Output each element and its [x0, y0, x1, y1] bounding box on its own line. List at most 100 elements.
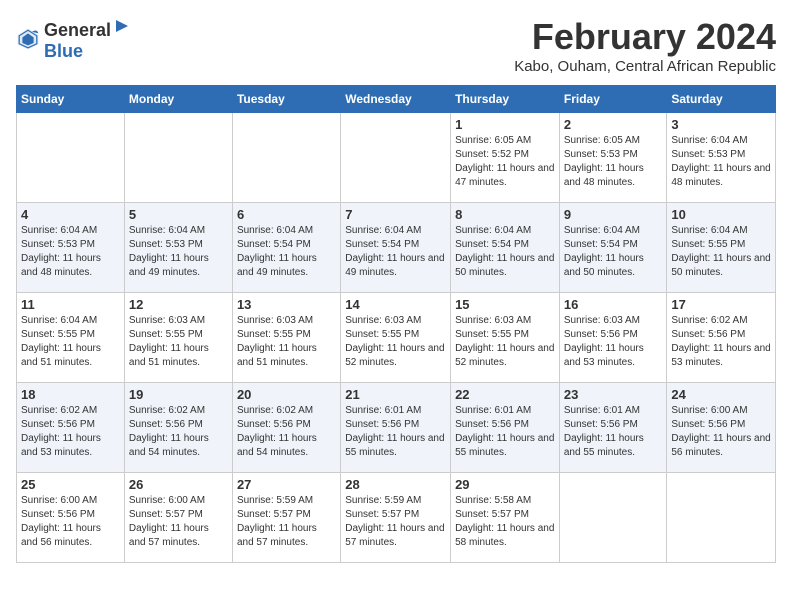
day-number: 21 — [345, 387, 446, 402]
day-info: Sunrise: 6:04 AM Sunset: 5:53 PM Dayligh… — [21, 224, 120, 280]
logo-general: General — [44, 20, 111, 41]
day-number: 25 — [21, 477, 120, 492]
calendar-cell: 6 Sunrise: 6:04 AM Sunset: 5:54 PM Daylig… — [232, 203, 340, 293]
calendar-week-1: 1 Sunrise: 6:05 AM Sunset: 5:52 PM Daylig… — [17, 113, 776, 203]
day-number: 4 — [21, 207, 120, 222]
day-info: Sunrise: 6:02 AM Sunset: 5:56 PM Dayligh… — [237, 404, 336, 460]
calendar-cell: 15Sunrise: 6:03 AM Sunset: 5:55 PM Dayli… — [451, 293, 560, 383]
calendar-cell — [559, 473, 667, 563]
calendar-cell: 4 Sunrise: 6:04 AM Sunset: 5:53 PM Daylig… — [17, 203, 125, 293]
day-info: Sunrise: 6:04 AM Sunset: 5:54 PM Dayligh… — [455, 224, 555, 280]
day-info: Sunrise: 6:04 AM Sunset: 5:54 PM Dayligh… — [345, 224, 446, 280]
logo-arrow — [112, 16, 132, 36]
calendar-title: February 2024 — [514, 16, 776, 58]
day-number: 6 — [237, 207, 336, 222]
day-number: 12 — [129, 297, 228, 312]
calendar-cell: 26Sunrise: 6:00 AM Sunset: 5:57 PM Dayli… — [124, 473, 232, 563]
day-number: 14 — [345, 297, 446, 312]
logo-blue: Blue — [44, 41, 83, 61]
header-sunday: Sunday — [17, 86, 125, 113]
calendar-week-3: 11Sunrise: 6:04 AM Sunset: 5:55 PM Dayli… — [17, 293, 776, 383]
day-number: 16 — [564, 297, 663, 312]
logo: General Blue — [16, 16, 133, 62]
day-number: 3 — [671, 117, 771, 132]
calendar-cell — [124, 113, 232, 203]
day-info: Sunrise: 6:03 AM Sunset: 5:55 PM Dayligh… — [129, 314, 228, 370]
day-info: Sunrise: 6:00 AM Sunset: 5:56 PM Dayligh… — [671, 404, 771, 460]
logo-text: General Blue — [44, 16, 133, 62]
calendar-week-2: 4 Sunrise: 6:04 AM Sunset: 5:53 PM Daylig… — [17, 203, 776, 293]
calendar-cell: 10 Sunrise: 6:04 AM Sunset: 5:55 PM Dayli… — [667, 203, 776, 293]
day-number: 10 — [671, 207, 771, 222]
calendar-cell: 19 Sunrise: 6:02 AM Sunset: 5:56 PM Dayli… — [124, 383, 232, 473]
day-number: 8 — [455, 207, 555, 222]
calendar-cell — [667, 473, 776, 563]
day-info: Sunrise: 6:00 AM Sunset: 5:57 PM Dayligh… — [129, 494, 228, 550]
day-info: Sunrise: 6:01 AM Sunset: 5:56 PM Dayligh… — [564, 404, 663, 460]
day-info: Sunrise: 6:02 AM Sunset: 5:56 PM Dayligh… — [21, 404, 120, 460]
day-info: Sunrise: 6:01 AM Sunset: 5:56 PM Dayligh… — [455, 404, 555, 460]
calendar-cell: 21Sunrise: 6:01 AM Sunset: 5:56 PM Dayli… — [341, 383, 451, 473]
calendar-cell: 18 Sunrise: 6:02 AM Sunset: 5:56 PM Dayli… — [17, 383, 125, 473]
day-number: 27 — [237, 477, 336, 492]
day-number: 19 — [129, 387, 228, 402]
calendar-cell: 23 Sunrise: 6:01 AM Sunset: 5:56 PM Dayli… — [559, 383, 667, 473]
day-info: Sunrise: 6:03 AM Sunset: 5:55 PM Dayligh… — [345, 314, 446, 370]
day-info: Sunrise: 6:04 AM Sunset: 5:55 PM Dayligh… — [671, 224, 771, 280]
header-friday: Friday — [559, 86, 667, 113]
day-number: 7 — [345, 207, 446, 222]
day-info: Sunrise: 5:59 AM Sunset: 5:57 PM Dayligh… — [345, 494, 446, 550]
calendar-cell: 12 Sunrise: 6:03 AM Sunset: 5:55 PM Dayli… — [124, 293, 232, 383]
calendar-cell: 17 Sunrise: 6:02 AM Sunset: 5:56 PM Dayli… — [667, 293, 776, 383]
calendar-cell: 27Sunrise: 5:59 AM Sunset: 5:57 PM Dayli… — [232, 473, 340, 563]
calendar-cell: 24 Sunrise: 6:00 AM Sunset: 5:56 PM Dayli… — [667, 383, 776, 473]
calendar-cell: 28 Sunrise: 5:59 AM Sunset: 5:57 PM Dayli… — [341, 473, 451, 563]
day-info: Sunrise: 6:04 AM Sunset: 5:54 PM Dayligh… — [237, 224, 336, 280]
day-info: Sunrise: 6:03 AM Sunset: 5:55 PM Dayligh… — [237, 314, 336, 370]
calendar-cell: 20 Sunrise: 6:02 AM Sunset: 5:56 PM Dayli… — [232, 383, 340, 473]
day-number: 13 — [237, 297, 336, 312]
day-info: Sunrise: 6:02 AM Sunset: 5:56 PM Dayligh… — [671, 314, 771, 370]
title-area: February 2024 Kabo, Ouham, Central Afric… — [514, 16, 776, 75]
calendar-table: Sunday Monday Tuesday Wednesday Thursday… — [16, 85, 776, 563]
day-number: 24 — [671, 387, 771, 402]
calendar-cell: 16 Sunrise: 6:03 AM Sunset: 5:56 PM Dayli… — [559, 293, 667, 383]
day-number: 18 — [21, 387, 120, 402]
day-number: 17 — [671, 297, 771, 312]
day-number: 22 — [455, 387, 555, 402]
calendar-subtitle: Kabo, Ouham, Central African Republic — [514, 58, 776, 75]
day-number: 9 — [564, 207, 663, 222]
day-number: 23 — [564, 387, 663, 402]
logo-icon — [16, 27, 40, 51]
calendar-cell — [17, 113, 125, 203]
calendar-cell: 2Sunrise: 6:05 AM Sunset: 5:53 PM Daylig… — [559, 113, 667, 203]
day-number: 1 — [455, 117, 555, 132]
day-info: Sunrise: 6:05 AM Sunset: 5:52 PM Dayligh… — [455, 134, 555, 190]
header-wednesday: Wednesday — [341, 86, 451, 113]
calendar-cell: 7 Sunrise: 6:04 AM Sunset: 5:54 PM Daylig… — [341, 203, 451, 293]
day-info: Sunrise: 6:02 AM Sunset: 5:56 PM Dayligh… — [129, 404, 228, 460]
calendar-cell: 8 Sunrise: 6:04 AM Sunset: 5:54 PM Daylig… — [451, 203, 560, 293]
calendar-cell: 29 Sunrise: 5:58 AM Sunset: 5:57 PM Dayli… — [451, 473, 560, 563]
calendar-cell: 11Sunrise: 6:04 AM Sunset: 5:55 PM Dayli… — [17, 293, 125, 383]
day-info: Sunrise: 5:58 AM Sunset: 5:57 PM Dayligh… — [455, 494, 555, 550]
calendar-cell: 13 Sunrise: 6:03 AM Sunset: 5:55 PM Dayli… — [232, 293, 340, 383]
calendar-week-4: 18 Sunrise: 6:02 AM Sunset: 5:56 PM Dayli… — [17, 383, 776, 473]
day-number: 29 — [455, 477, 555, 492]
header-saturday: Saturday — [667, 86, 776, 113]
day-number: 28 — [345, 477, 446, 492]
header: General Blue February 2024 Kabo, Ouham, … — [16, 16, 776, 75]
day-info: Sunrise: 6:04 AM Sunset: 5:54 PM Dayligh… — [564, 224, 663, 280]
calendar-cell: 1 Sunrise: 6:05 AM Sunset: 5:52 PM Daylig… — [451, 113, 560, 203]
day-number: 5 — [129, 207, 228, 222]
day-info: Sunrise: 6:04 AM Sunset: 5:53 PM Dayligh… — [129, 224, 228, 280]
calendar-week-5: 25 Sunrise: 6:00 AM Sunset: 5:56 PM Dayli… — [17, 473, 776, 563]
day-info: Sunrise: 6:03 AM Sunset: 5:55 PM Dayligh… — [455, 314, 555, 370]
header-monday: Monday — [124, 86, 232, 113]
calendar-cell: 22 Sunrise: 6:01 AM Sunset: 5:56 PM Dayli… — [451, 383, 560, 473]
day-info: Sunrise: 6:04 AM Sunset: 5:55 PM Dayligh… — [21, 314, 120, 370]
day-info: Sunrise: 6:00 AM Sunset: 5:56 PM Dayligh… — [21, 494, 120, 550]
day-info: Sunrise: 6:03 AM Sunset: 5:56 PM Dayligh… — [564, 314, 663, 370]
day-info: Sunrise: 6:04 AM Sunset: 5:53 PM Dayligh… — [671, 134, 771, 190]
day-number: 20 — [237, 387, 336, 402]
